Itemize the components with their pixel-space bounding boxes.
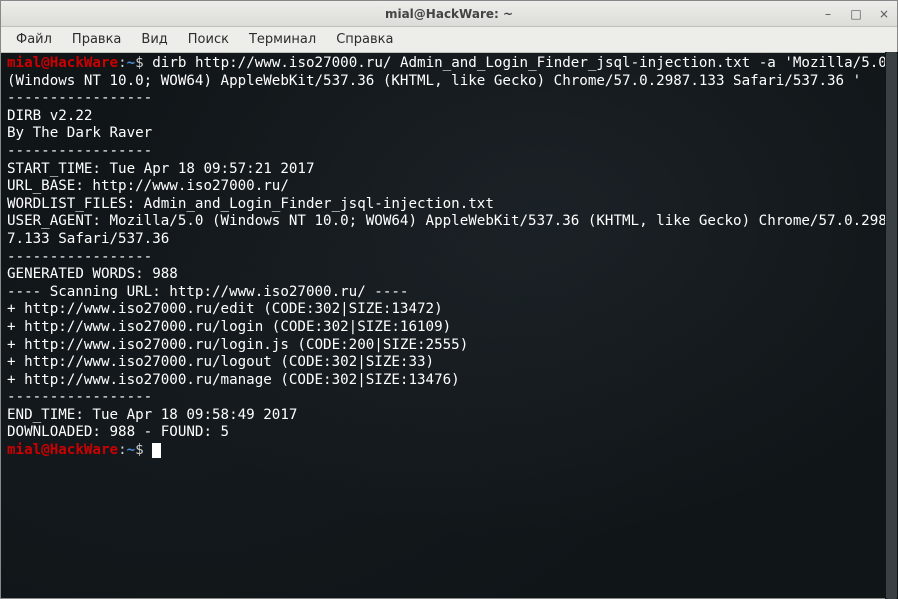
titlebar: mial@HackWare: ~ – □ ×: [1, 1, 897, 27]
output-line: URL_BASE: http://www.iso27000.ru/: [7, 178, 891, 196]
prompt-dollar: $: [135, 55, 144, 71]
output-line: + http://www.iso27000.ru/logout (CODE:30…: [7, 354, 891, 372]
output-line: WORDLIST_FILES: Admin_and_Login_Finder_j…: [7, 196, 891, 214]
menu-terminal[interactable]: Терминал: [240, 29, 325, 50]
output-line: By The Dark Raver: [7, 125, 891, 143]
prompt-sep: :: [118, 442, 127, 458]
output-line: + http://www.iso27000.ru/manage (CODE:30…: [7, 372, 891, 390]
minimize-icon[interactable]: –: [821, 7, 835, 21]
prompt-at: @: [41, 442, 50, 458]
window-title: mial@HackWare: ~: [385, 7, 513, 21]
prompt-user: mial: [7, 442, 41, 458]
prompt-user: mial: [7, 55, 41, 71]
cursor-icon: [152, 443, 161, 458]
output-line: -----------------: [7, 249, 891, 267]
prompt-line: mial@HackWare:~$: [7, 442, 891, 460]
menu-view[interactable]: Вид: [132, 29, 176, 50]
scrollbar[interactable]: [885, 52, 898, 599]
command-line: mial@HackWare:~$ dirb http://www.iso2700…: [7, 55, 891, 90]
close-icon[interactable]: ×: [877, 7, 891, 21]
menu-help[interactable]: Справка: [327, 29, 402, 50]
prompt-dollar: $: [135, 442, 144, 458]
menu-edit[interactable]: Правка: [63, 29, 130, 50]
output-line: USER_AGENT: Mozilla/5.0 (Windows NT 10.0…: [7, 213, 891, 248]
output-line: END_TIME: Tue Apr 18 09:58:49 2017: [7, 407, 891, 425]
menu-search[interactable]: Поиск: [179, 29, 238, 50]
menu-file[interactable]: Файл: [7, 29, 61, 50]
output-line: DOWNLOADED: 988 - FOUND: 5: [7, 424, 891, 442]
scrollbar-thumb[interactable]: [886, 52, 897, 599]
window-controls: – □ ×: [821, 1, 891, 26]
prompt-host: HackWare: [50, 55, 118, 71]
output-line: GENERATED WORDS: 988: [7, 266, 891, 284]
output-line: START_TIME: Tue Apr 18 09:57:21 2017: [7, 161, 891, 179]
menubar: Файл Правка Вид Поиск Терминал Справка: [1, 27, 897, 53]
prompt-host: HackWare: [50, 442, 118, 458]
output-line: + http://www.iso27000.ru/edit (CODE:302|…: [7, 301, 891, 319]
terminal-area[interactable]: mial@HackWare:~$ dirb http://www.iso2700…: [1, 53, 897, 598]
maximize-icon[interactable]: □: [849, 7, 863, 21]
output-line: -----------------: [7, 143, 891, 161]
output-line: ---- Scanning URL: http://www.iso27000.r…: [7, 284, 891, 302]
prompt-path: ~: [127, 55, 136, 71]
output-line: DIRB v2.22: [7, 108, 891, 126]
prompt-path: ~: [127, 442, 136, 458]
terminal-window: mial@HackWare: ~ – □ × Файл Правка Вид П…: [0, 0, 898, 599]
output-line: + http://www.iso27000.ru/login.js (CODE:…: [7, 337, 891, 355]
output-line: -----------------: [7, 389, 891, 407]
prompt-sep: :: [118, 55, 127, 71]
output-line: + http://www.iso27000.ru/login (CODE:302…: [7, 319, 891, 337]
output-line: -----------------: [7, 90, 891, 108]
prompt-at: @: [41, 55, 50, 71]
